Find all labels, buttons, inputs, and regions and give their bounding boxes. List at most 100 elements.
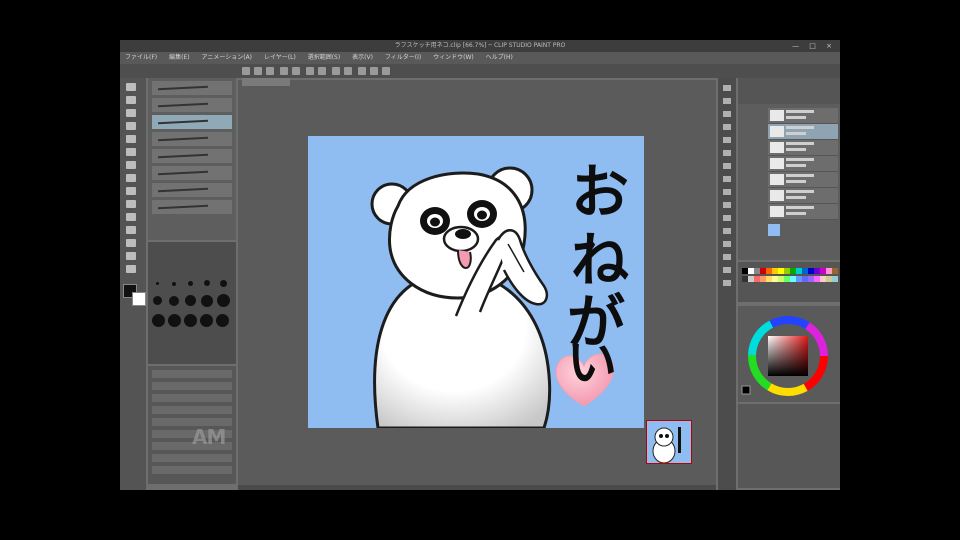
clear-icon[interactable] xyxy=(306,67,314,75)
redo-icon[interactable] xyxy=(292,67,300,75)
property-row[interactable] xyxy=(152,370,232,378)
blend-tool-icon[interactable] xyxy=(126,200,136,208)
panel-icon[interactable] xyxy=(723,189,731,195)
panel-icon[interactable] xyxy=(723,98,731,104)
brush-size-option[interactable] xyxy=(220,280,227,287)
bear-nose xyxy=(455,229,471,239)
panel-icon[interactable] xyxy=(723,202,731,208)
bear-illustration: お ね が い xyxy=(370,158,629,428)
panel-icon[interactable] xyxy=(723,241,731,247)
paper-layer-thumb[interactable] xyxy=(768,224,780,236)
navigator-panel xyxy=(738,404,840,488)
property-row[interactable] xyxy=(152,454,232,462)
brush-preset[interactable] xyxy=(152,183,232,197)
panel-icon[interactable] xyxy=(723,111,731,117)
airbrush-tool-icon[interactable] xyxy=(126,174,136,182)
layer-row[interactable] xyxy=(768,140,838,156)
transform-icon[interactable] xyxy=(318,67,326,75)
menu-animation[interactable]: アニメーション(A) xyxy=(196,52,257,64)
property-row[interactable] xyxy=(152,466,232,474)
brush-preset[interactable] xyxy=(152,200,232,214)
document-tab[interactable] xyxy=(242,78,290,86)
ruler-icon[interactable] xyxy=(370,67,378,75)
brush-preset[interactable] xyxy=(152,132,232,146)
brush-size-option[interactable] xyxy=(201,295,213,307)
brush-size-option[interactable] xyxy=(172,282,176,286)
panel-icon[interactable] xyxy=(723,254,731,260)
menu-view[interactable]: 表示(V) xyxy=(347,52,378,64)
brush-size-option[interactable] xyxy=(152,314,165,327)
panel-icon[interactable] xyxy=(723,124,731,130)
brush-size-option[interactable] xyxy=(188,281,193,286)
save-icon[interactable] xyxy=(266,67,274,75)
figure-tool-icon[interactable] xyxy=(126,239,136,247)
grid-icon[interactable] xyxy=(382,67,390,75)
brush-size-option[interactable] xyxy=(185,295,196,306)
brush-preset[interactable] xyxy=(152,149,232,163)
brush-size-option[interactable] xyxy=(204,280,210,286)
brush-size-option[interactable] xyxy=(156,282,159,285)
pencil-tool-icon[interactable] xyxy=(126,148,136,156)
open-icon[interactable] xyxy=(254,67,262,75)
panel-icon[interactable] xyxy=(723,280,731,286)
panel-icon[interactable] xyxy=(723,176,731,182)
layer-row[interactable] xyxy=(768,188,838,204)
property-row[interactable] xyxy=(152,394,232,402)
color-wheel-icon[interactable] xyxy=(738,306,840,402)
brush-size-option[interactable] xyxy=(200,314,213,327)
layer-row[interactable] xyxy=(768,108,838,124)
panel-icon[interactable] xyxy=(723,85,731,91)
layer-row[interactable] xyxy=(768,156,838,172)
panel-icon[interactable] xyxy=(723,215,731,221)
brush-size-option[interactable] xyxy=(216,314,229,327)
brush-preset-selected[interactable] xyxy=(152,115,232,129)
eyedropper-icon[interactable] xyxy=(126,122,136,130)
panel-icon[interactable] xyxy=(723,228,731,234)
brush-size-option[interactable] xyxy=(153,296,162,305)
color-swatch[interactable] xyxy=(832,276,838,282)
text-tool-icon[interactable] xyxy=(126,252,136,260)
menu-file[interactable]: ファイル(F) xyxy=(120,52,162,64)
menu-help[interactable]: ヘルプ(H) xyxy=(481,52,518,64)
brush-tool-icon[interactable] xyxy=(126,161,136,169)
property-row[interactable] xyxy=(152,382,232,390)
invert-icon[interactable] xyxy=(344,67,352,75)
snap-icon[interactable] xyxy=(358,67,366,75)
brush-size-option[interactable] xyxy=(168,314,181,327)
panel-icon[interactable] xyxy=(723,137,731,143)
deselect-icon[interactable] xyxy=(332,67,340,75)
layer-row-selected[interactable] xyxy=(768,124,838,140)
artwork-canvas[interactable]: お ね が い xyxy=(308,136,644,428)
brush-size-option[interactable] xyxy=(169,296,179,306)
brush-preset[interactable] xyxy=(152,81,232,95)
brush-size-option[interactable] xyxy=(184,314,197,327)
brush-preset[interactable] xyxy=(152,98,232,112)
panel-icon[interactable] xyxy=(723,267,731,273)
panel-icon[interactable] xyxy=(723,150,731,156)
property-row[interactable] xyxy=(152,406,232,414)
menu-window[interactable]: ウィンドウ(W) xyxy=(428,52,479,64)
fill-icon[interactable] xyxy=(126,213,136,221)
gradient-tool-icon[interactable] xyxy=(126,226,136,234)
undo-icon[interactable] xyxy=(280,67,288,75)
sub-color-swatch[interactable] xyxy=(132,292,146,306)
brush-size-option[interactable] xyxy=(217,294,230,307)
menu-edit[interactable]: 編集(E) xyxy=(164,52,194,64)
panel-icon[interactable] xyxy=(723,163,731,169)
navigator-preview[interactable] xyxy=(646,420,692,464)
pen-tool-icon[interactable] xyxy=(126,135,136,143)
eraser-icon[interactable] xyxy=(126,187,136,195)
new-file-icon[interactable] xyxy=(242,67,250,75)
zoom-tool-icon[interactable] xyxy=(126,83,136,91)
select-tool-icon[interactable] xyxy=(126,109,136,117)
move-tool-icon[interactable] xyxy=(126,96,136,104)
brush-preset[interactable] xyxy=(152,166,232,180)
layer-row[interactable] xyxy=(768,172,838,188)
menu-filter[interactable]: フィルター(I) xyxy=(380,52,426,64)
menu-selection[interactable]: 選択範囲(S) xyxy=(303,52,346,64)
layer-row[interactable] xyxy=(768,204,838,220)
window-controls[interactable]: — □ × xyxy=(792,40,836,52)
balloon-tool-icon[interactable] xyxy=(126,265,136,273)
color-swatch[interactable] xyxy=(832,268,838,274)
menu-layer[interactable]: レイヤー(L) xyxy=(259,52,301,64)
